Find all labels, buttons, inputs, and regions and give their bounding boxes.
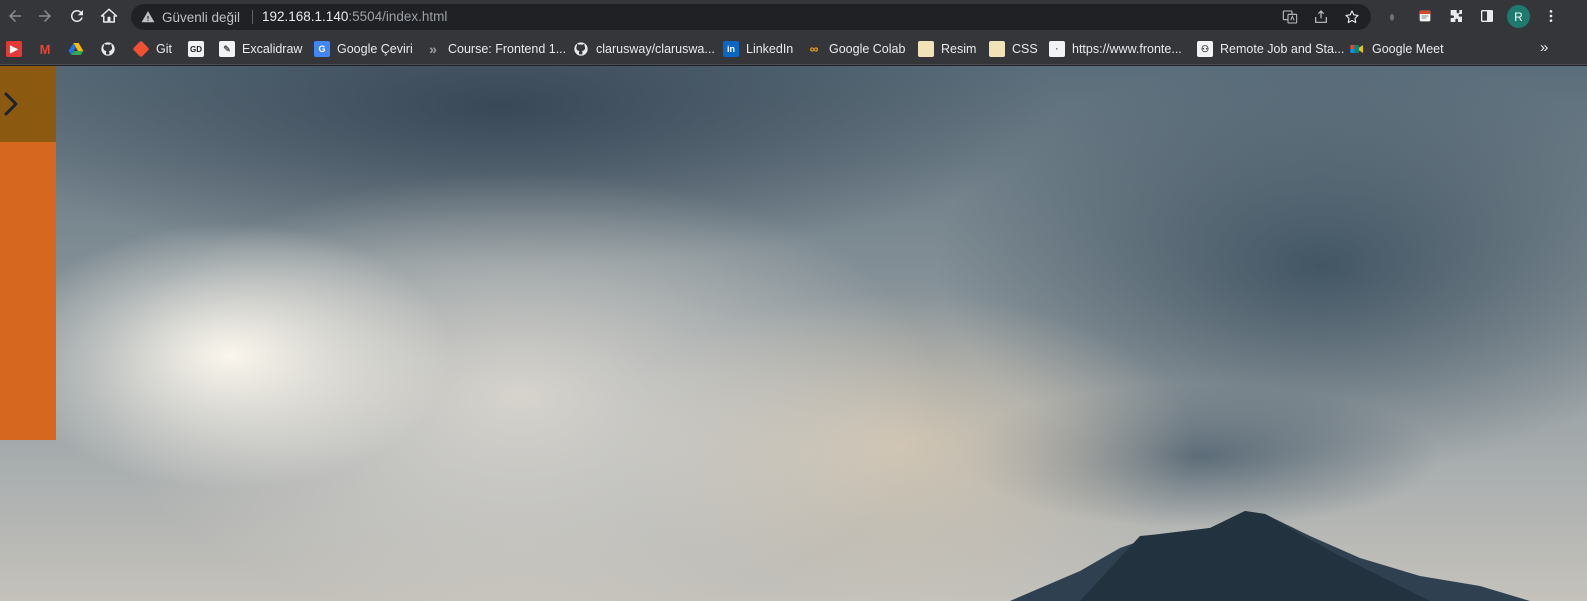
codepen-icon: GD xyxy=(188,41,204,57)
bookmarks-bar: ▶ M Git GD ✎ Excalidraw G Google Çeviri … xyxy=(0,33,1587,65)
google-translate-icon: G xyxy=(314,41,330,57)
course-icon: » xyxy=(429,41,437,57)
linkedin-icon: in xyxy=(723,41,739,57)
git-icon xyxy=(132,40,150,58)
bookmark-frontend-mentor[interactable]: · https://www.fronte... xyxy=(1049,39,1182,59)
chevron-right-icon xyxy=(4,92,18,116)
bookmark-label: Google Colab xyxy=(829,42,906,56)
bookmark-label: Remote Job and Sta... xyxy=(1220,42,1345,56)
extension-notes-icon[interactable] xyxy=(1416,7,1434,25)
bookmark-label: https://www.fronte... xyxy=(1072,42,1182,56)
browser-toolbar: Güvenli değil 192.168.1.140:5504/index.h… xyxy=(0,0,1587,33)
warning-icon xyxy=(141,11,155,23)
google-meet-icon xyxy=(1349,41,1365,57)
folder-icon xyxy=(989,41,1005,57)
bookmark-remote-job[interactable]: ⚇ Remote Job and Sta... xyxy=(1197,39,1344,59)
remote-icon: ⚇ xyxy=(1197,41,1213,57)
side-panel xyxy=(0,66,56,440)
bookmark-gmail[interactable]: M xyxy=(37,39,53,59)
bookmark-star-icon[interactable] xyxy=(1343,8,1361,26)
kebab-menu-icon[interactable] xyxy=(1542,7,1560,25)
bookmark-css[interactable]: CSS xyxy=(989,39,1038,59)
bookmark-label: CSS xyxy=(1012,42,1038,56)
bookmark-course[interactable]: » Course: Frontend 1... xyxy=(425,39,566,59)
bookmark-github[interactable] xyxy=(100,39,116,59)
gmail-icon: M xyxy=(39,41,51,57)
home-icon[interactable] xyxy=(98,5,120,27)
bookmark-google-drive[interactable] xyxy=(68,39,84,59)
security-indicator[interactable]: Güvenli değil xyxy=(141,9,240,25)
bookmark-label: Google Çeviri xyxy=(337,42,413,56)
share-icon[interactable] xyxy=(1312,8,1330,26)
side-panel-icon[interactable] xyxy=(1478,7,1496,25)
github-icon xyxy=(100,41,116,57)
extension-drop-icon[interactable] xyxy=(1383,7,1401,25)
page-hero-background xyxy=(0,66,1587,601)
youtube-icon: ▶ xyxy=(6,41,22,57)
omnibox-divider xyxy=(252,10,253,24)
url-path: :5504/index.html xyxy=(348,9,448,24)
more-bookmarks-icon[interactable]: » xyxy=(1540,39,1548,56)
bookmark-label: Git xyxy=(156,42,172,56)
bookmark-label: clarusway/claruswa... xyxy=(596,42,715,56)
translate-icon[interactable] xyxy=(1281,8,1299,26)
forward-arrow-icon[interactable] xyxy=(34,5,56,27)
bookmark-codepen[interactable]: GD xyxy=(188,39,204,59)
bookmark-clarusway[interactable]: clarusway/claruswa... xyxy=(573,39,715,59)
bookmark-git[interactable]: Git xyxy=(132,39,172,59)
security-label: Güvenli değil xyxy=(162,9,241,25)
colab-icon: ∞ xyxy=(809,42,819,56)
bookmark-label: Resim xyxy=(941,42,977,56)
bookmark-google-meet[interactable]: Google Meet xyxy=(1349,39,1444,59)
avatar[interactable]: R xyxy=(1507,5,1530,28)
folder-icon xyxy=(918,41,934,57)
reload-icon[interactable] xyxy=(66,5,88,27)
bookmark-label: Course: Frontend 1... xyxy=(448,42,567,56)
google-drive-icon xyxy=(68,41,84,57)
bookmark-label: Google Meet xyxy=(1372,42,1444,56)
page-icon: · xyxy=(1049,41,1065,57)
bookmark-youtube[interactable]: ▶ xyxy=(6,39,22,59)
side-panel-toggle-button[interactable] xyxy=(0,66,56,142)
github-icon xyxy=(573,41,589,57)
bookmark-google-translate[interactable]: G Google Çeviri xyxy=(314,39,413,59)
url-host: 192.168.1.140 xyxy=(262,9,349,24)
url-text[interactable]: 192.168.1.140:5504/index.html xyxy=(262,9,447,24)
address-bar[interactable]: Güvenli değil 192.168.1.140:5504/index.h… xyxy=(131,4,1371,30)
puzzle-icon[interactable] xyxy=(1447,7,1465,25)
mountain-silhouette xyxy=(1010,511,1530,601)
bookmark-resim[interactable]: Resim xyxy=(918,39,976,59)
bookmark-google-colab[interactable]: ∞ Google Colab xyxy=(806,39,906,59)
bookmark-excalidraw[interactable]: ✎ Excalidraw xyxy=(219,39,302,59)
avatar-initial: R xyxy=(1514,9,1523,24)
excalidraw-icon: ✎ xyxy=(219,41,235,57)
back-arrow-icon[interactable] xyxy=(4,5,26,27)
bookmark-label: Excalidraw xyxy=(242,42,303,56)
bookmark-linkedin[interactable]: in LinkedIn xyxy=(723,39,793,59)
bookmark-label: LinkedIn xyxy=(746,42,794,56)
